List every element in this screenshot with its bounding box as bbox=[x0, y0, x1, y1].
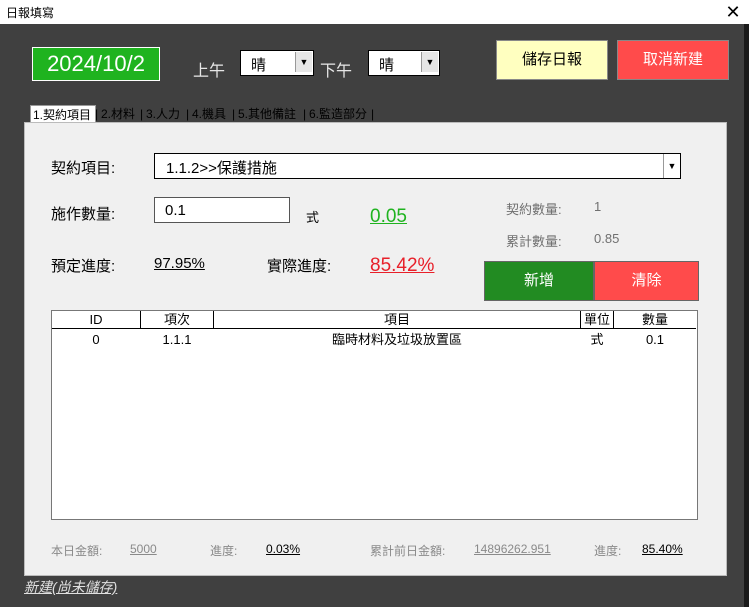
chevron-down-icon[interactable]: ▼ bbox=[295, 52, 312, 72]
progress2-value: 85.40% bbox=[642, 542, 683, 556]
cell-item: 臨時材料及垃圾放置區 bbox=[331, 332, 462, 347]
tab-separator: | bbox=[186, 107, 190, 121]
progress-label: 進度: bbox=[210, 544, 238, 558]
column-header-item: 項目 bbox=[214, 311, 581, 329]
pm-weather-select[interactable]: 晴 ▼ bbox=[368, 50, 440, 76]
add-button[interactable]: 新增 bbox=[484, 261, 594, 301]
status-new-unsaved[interactable]: 新建(尚未儲存) bbox=[24, 577, 117, 597]
planned-progress-value: 97.95% bbox=[154, 255, 205, 272]
cumulative-prev-value: 14896262.951 bbox=[474, 542, 551, 556]
contract-qty-label: 契約數量: bbox=[506, 202, 562, 217]
today-amount-value: 5000 bbox=[130, 542, 157, 556]
qty-value: 0.1 bbox=[165, 202, 186, 219]
tab-manpower[interactable]: 3.人力 bbox=[146, 105, 180, 123]
tab-equipment[interactable]: 4.機具 bbox=[192, 105, 226, 123]
column-header-quantity: 數量 bbox=[614, 311, 696, 329]
am-label: 上午 bbox=[193, 63, 226, 80]
qty-input[interactable]: 0.1 bbox=[154, 197, 290, 223]
window-edge bbox=[744, 24, 749, 607]
close-icon[interactable]: ✕ bbox=[722, 0, 744, 24]
pm-weather-value: 晴 bbox=[379, 57, 395, 74]
cumulative-qty-value: 0.85 bbox=[594, 231, 620, 246]
window-title: 日報填寫 bbox=[6, 6, 55, 20]
cancel-new-button[interactable]: 取消新建 bbox=[617, 40, 729, 80]
contract-qty-value: 1 bbox=[594, 199, 602, 214]
cumulative-qty-label: 累計數量: bbox=[506, 234, 562, 249]
actual-progress-label: 實際進度: bbox=[267, 258, 332, 275]
column-header-id: ID bbox=[52, 311, 141, 329]
tab-separator: | bbox=[303, 107, 307, 121]
tab-supervision[interactable]: 6.監造部分 bbox=[309, 105, 367, 123]
actual-progress-value: 85.42% bbox=[370, 255, 435, 276]
tab-separator: | bbox=[95, 107, 99, 121]
tab-separator: | bbox=[371, 107, 375, 121]
progress2-label: 進度: bbox=[594, 544, 622, 558]
cell-unit: 式 bbox=[590, 332, 604, 347]
am-weather-value: 晴 bbox=[251, 57, 267, 74]
pm-label: 下午 bbox=[320, 63, 353, 80]
progress-value: 0.03% bbox=[266, 542, 301, 556]
save-report-button[interactable]: 儲存日報 bbox=[496, 40, 608, 80]
cell-quantity: 0.1 bbox=[645, 332, 665, 347]
computed-ratio: 0.05 bbox=[370, 206, 407, 227]
tab-separator: | bbox=[140, 107, 144, 121]
unit-label: 式 bbox=[306, 210, 320, 225]
date-display: 2024/10/2 bbox=[32, 47, 160, 81]
contract-item-value: 1.1.2>>保護措施 bbox=[166, 160, 277, 177]
today-amount-label: 本日金額: bbox=[51, 544, 103, 558]
tab-materials[interactable]: 2.材料 bbox=[101, 105, 135, 123]
contract-item-select[interactable]: 1.1.2>>保護措施 ▼ bbox=[154, 153, 681, 179]
tab-other-notes[interactable]: 5.其他備註 bbox=[238, 105, 296, 123]
qty-label: 施作數量: bbox=[51, 206, 116, 223]
am-weather-select[interactable]: 晴 ▼ bbox=[240, 50, 314, 76]
column-header-item-no: 項次 bbox=[141, 311, 214, 329]
contract-item-label: 契約項目: bbox=[51, 160, 116, 177]
cumulative-prev-label: 累計前日金額: bbox=[370, 544, 446, 558]
planned-progress-label: 預定進度: bbox=[51, 258, 116, 275]
title-bar bbox=[0, 0, 749, 24]
chevron-down-icon[interactable]: ▼ bbox=[421, 52, 438, 72]
column-header-unit: 單位 bbox=[581, 311, 614, 329]
cell-item-no: 1.1.1 bbox=[162, 332, 192, 347]
tab-separator: | bbox=[232, 107, 236, 121]
entries-table[interactable]: ID 項次 項目 單位 數量 0 1.1.1 臨時材料及垃圾放置區 式 0.1 bbox=[51, 310, 698, 520]
cell-id: 0 bbox=[92, 332, 100, 347]
clear-button[interactable]: 清除 bbox=[594, 261, 699, 301]
chevron-down-icon[interactable]: ▼ bbox=[663, 154, 680, 178]
